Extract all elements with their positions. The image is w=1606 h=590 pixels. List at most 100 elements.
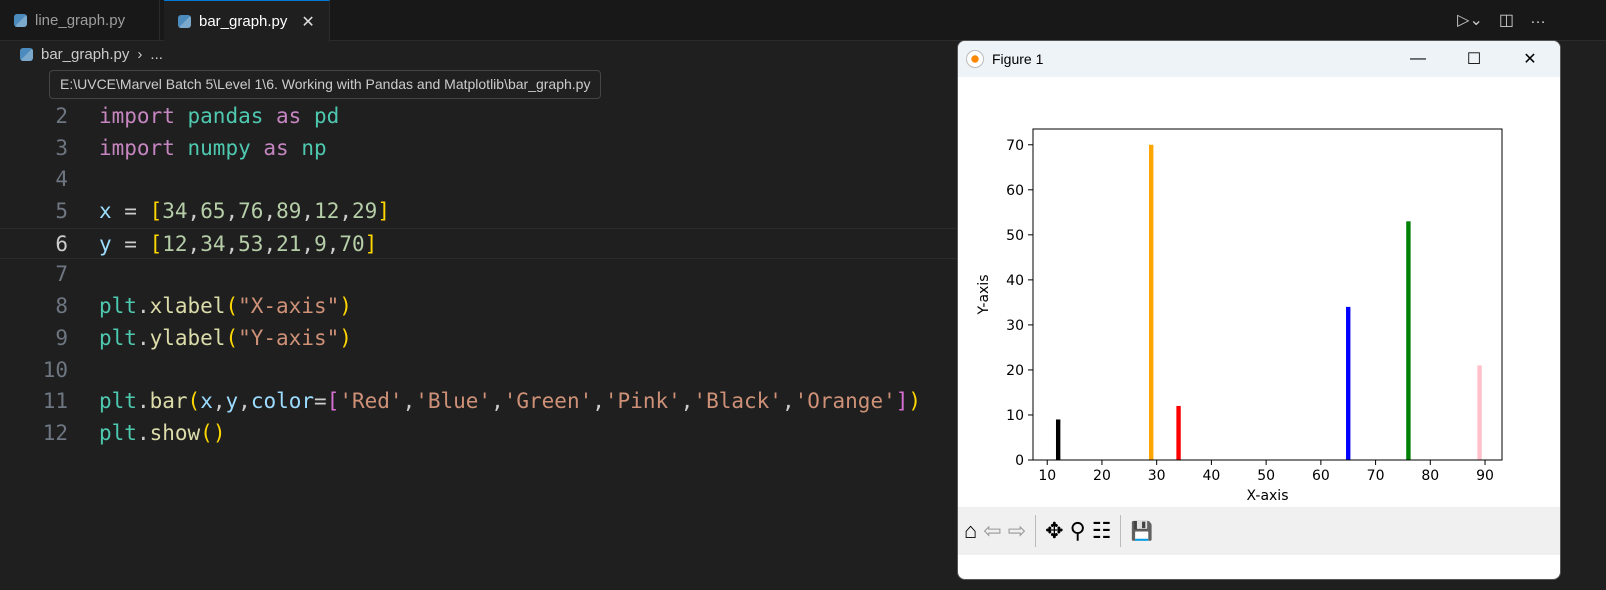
- save-icon[interactable]: 💾: [1130, 521, 1152, 542]
- bar: [1055, 419, 1061, 460]
- close-icon[interactable]: ✕: [301, 12, 314, 32]
- code-token: color: [250, 389, 315, 414]
- zoom-icon[interactable]: ⚲: [1070, 518, 1086, 544]
- code-token: 76: [238, 199, 264, 224]
- code-line[interactable]: 8 plt.xlabel("X-axis"): [0, 291, 960, 323]
- y-tick-label: 20: [1006, 363, 1024, 379]
- code-token: plt: [99, 294, 137, 319]
- code-token: .: [136, 389, 150, 414]
- code-text: plt.xlabel("X-axis"): [99, 291, 352, 323]
- code-line[interactable]: 10: [0, 355, 960, 387]
- x-tick-label: 70: [1367, 468, 1385, 484]
- code-token: ,: [301, 231, 315, 256]
- code-token: ]: [377, 199, 390, 224]
- code-token: numpy: [187, 135, 264, 160]
- tab-bar-graph[interactable]: bar_graph.py ✕: [164, 0, 330, 42]
- breadcrumb-more[interactable]: ...: [150, 46, 163, 63]
- bar: [1477, 365, 1482, 460]
- code-line[interactable]: 9 plt.ylabel("Y-axis"): [0, 323, 960, 355]
- code-token: ylabel: [149, 325, 226, 350]
- matplotlib-icon: [966, 50, 984, 68]
- code-token: .: [136, 294, 150, 319]
- line-number: 2: [55, 104, 68, 128]
- minimize-button[interactable]: —: [1390, 41, 1446, 77]
- figure-toolbar: ⌂ ⇦ ⇨ ✥ ⚲ ☷ 💾: [958, 507, 1560, 555]
- y-tick-label: 40: [1006, 273, 1024, 289]
- code-token: as: [276, 104, 314, 128]
- code-line[interactable]: 2 import pandas as pd: [0, 101, 960, 133]
- code-line[interactable]: 7: [0, 259, 960, 291]
- code-token: 12: [162, 231, 188, 256]
- tab-line-graph[interactable]: line_graph.py: [0, 0, 160, 41]
- code-token: 70: [339, 231, 365, 256]
- more-icon[interactable]: …: [1530, 10, 1546, 30]
- code-token: plt: [99, 325, 137, 350]
- code-token: 89: [276, 199, 302, 224]
- code-token: ,: [238, 389, 251, 414]
- x-tick-label: 40: [1202, 468, 1220, 484]
- code-token: show: [149, 420, 201, 445]
- code-token: x: [99, 199, 112, 224]
- code-token: (: [187, 389, 201, 414]
- pan-icon[interactable]: ✥: [1045, 518, 1063, 544]
- code-line[interactable]: 3 import numpy as np: [0, 133, 960, 165]
- y-tick-label: 10: [1006, 408, 1024, 424]
- code-token: 65: [200, 199, 226, 224]
- line-number: 12: [42, 420, 68, 445]
- code-text: plt.show(): [99, 418, 225, 450]
- code-token: "Y-axis": [238, 325, 340, 350]
- back-icon[interactable]: ⇦: [983, 518, 1001, 544]
- x-tick-label: 10: [1038, 468, 1056, 484]
- code-text: import numpy as np: [99, 133, 327, 165]
- code-token: xlabel: [149, 294, 226, 319]
- code-token: 'Pink': [604, 389, 681, 414]
- code-line[interactable]: 5x = [34,65,76,89,12,29]: [0, 196, 960, 228]
- close-button[interactable]: ✕: [1502, 41, 1558, 77]
- code-token: pd: [313, 104, 340, 128]
- code-token: [: [149, 231, 163, 256]
- code-token: 'Red': [339, 389, 403, 414]
- configure-subplots-icon[interactable]: ☷: [1092, 518, 1112, 544]
- code-token: =: [314, 389, 327, 414]
- code-token: x: [200, 389, 213, 414]
- code-line[interactable]: 4: [0, 164, 960, 196]
- bar: [1346, 306, 1351, 460]
- code-token: ,: [187, 199, 201, 224]
- code-token: plt: [99, 389, 137, 414]
- code-line[interactable]: 12 plt.show(): [0, 418, 960, 450]
- line-number: 9: [55, 325, 68, 350]
- code-token: ): [908, 389, 922, 414]
- line-number: 8: [55, 294, 68, 319]
- line-number: 7: [55, 262, 68, 287]
- code-token: plt: [99, 420, 137, 445]
- python-file-icon: [14, 14, 27, 27]
- code-token: ,: [326, 231, 340, 256]
- split-editor-icon[interactable]: ◫: [1499, 10, 1514, 30]
- code-line[interactable]: 11 plt.bar(x,y,color=['Red','Blue','Green…: [0, 386, 960, 418]
- bar: [1406, 221, 1411, 460]
- code-token: import: [99, 104, 188, 128]
- code-token: ): [339, 325, 352, 350]
- code-token: (: [225, 294, 239, 319]
- code-token: import: [99, 135, 188, 160]
- code-token: ,: [263, 231, 277, 256]
- code-line[interactable]: 6y = [12,34,53,21,9,70]: [0, 227, 960, 260]
- code-text: x = [34,65,76,89,12,29]: [99, 196, 390, 228]
- run-icon[interactable]: ▷⌄: [1457, 10, 1483, 30]
- code-token: np: [301, 135, 327, 160]
- breadcrumb-file[interactable]: bar_graph.py: [41, 46, 129, 63]
- line-number: 10: [42, 357, 68, 382]
- y-tick-label: 70: [1006, 138, 1024, 154]
- code-token: y: [99, 231, 112, 256]
- home-icon[interactable]: ⌂: [964, 518, 977, 544]
- maximize-button[interactable]: ☐: [1446, 41, 1502, 77]
- y-tick-label: 50: [1006, 228, 1024, 244]
- code-token: 34: [200, 231, 226, 256]
- code-token: =: [111, 199, 150, 224]
- forward-icon[interactable]: ⇨: [1008, 518, 1026, 544]
- breadcrumb-separator: ›: [137, 46, 143, 63]
- code-token: ,: [680, 389, 694, 414]
- code-editor[interactable]: 2 import pandas as pd 3 import numpy as np 4…: [0, 101, 960, 450]
- tab-label: line_graph.py: [35, 12, 126, 29]
- tab-bar: line_graph.py bar_graph.py ✕ ▷⌄ ◫ …: [0, 0, 1606, 42]
